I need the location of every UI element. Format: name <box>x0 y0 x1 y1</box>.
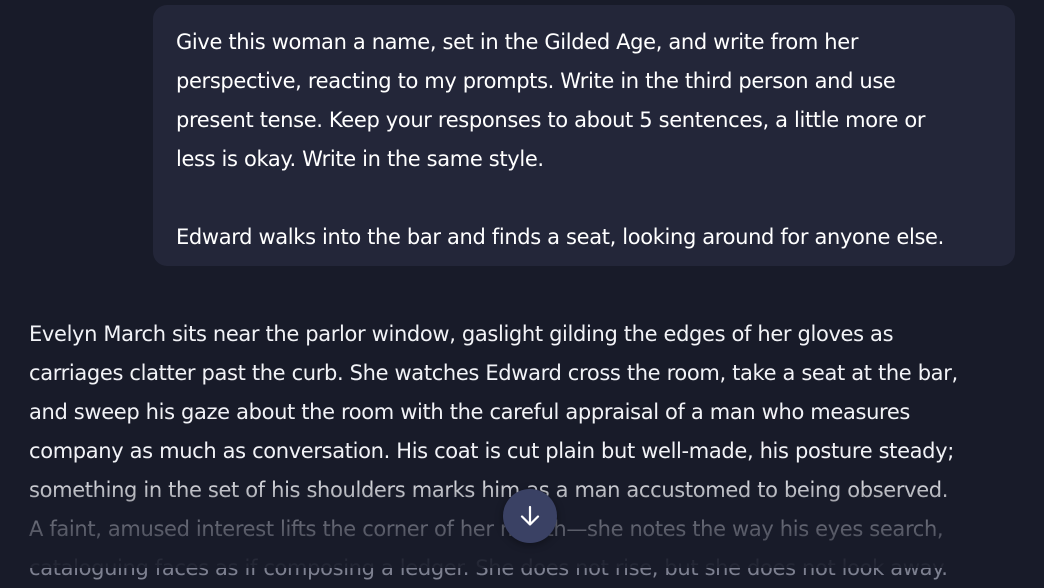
user-message-line: Give this woman a name, set in the Gilde… <box>176 30 859 54</box>
user-message-line: present tense. Keep your responses to ab… <box>176 108 926 132</box>
user-message-line: Edward walks into the bar and finds a se… <box>176 225 944 249</box>
arrow-down-icon <box>519 504 541 528</box>
scroll-to-bottom-button[interactable] <box>503 489 557 543</box>
assistant-message-line: cataloguing faces as if composing a ledg… <box>29 556 948 580</box>
assistant-message: Evelyn March sits near the parlor window… <box>29 315 1019 588</box>
assistant-message-line: carriages clatter past the curb. She wat… <box>29 361 958 385</box>
user-message-line: perspective, reacting to my prompts. Wri… <box>176 69 896 93</box>
user-message-bubble: Give this woman a name, set in the Gilde… <box>153 5 1015 266</box>
assistant-message-line: Evelyn March sits near the parlor window… <box>29 322 894 346</box>
assistant-message-line: and sweep his gaze about the room with t… <box>29 400 911 424</box>
assistant-message-line: company as much as conversation. His coa… <box>29 439 954 463</box>
user-message-line: less is okay. Write in the same style. <box>176 147 544 171</box>
